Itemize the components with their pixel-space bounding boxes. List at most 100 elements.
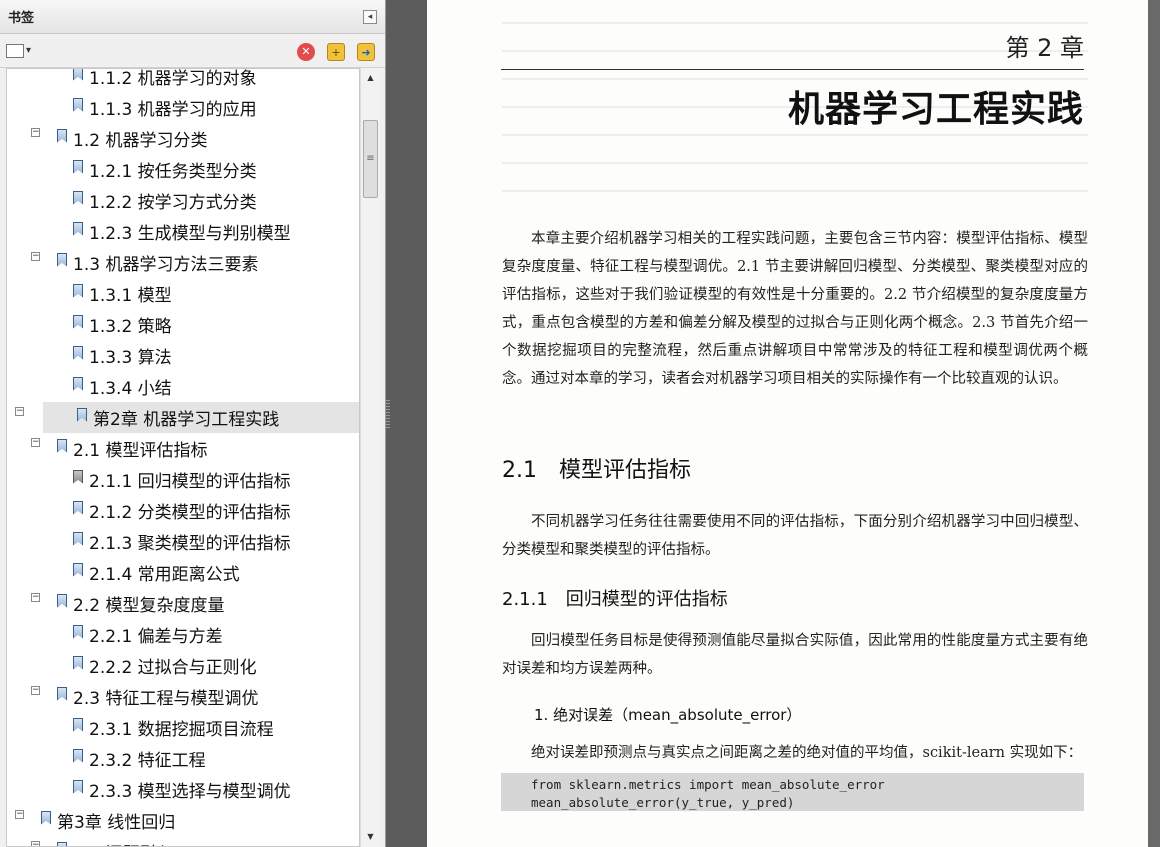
bookmark-label: 2.3 特征工程与模型调优	[73, 689, 259, 709]
collapse-toggle-icon[interactable]: −	[31, 593, 40, 602]
bookmark-icon	[57, 686, 67, 701]
chapter-rule	[501, 69, 1084, 70]
bookmark-icon	[77, 407, 87, 422]
bookmark-icon	[73, 97, 83, 112]
bookmark-item[interactable]: 1.3.3 算法	[7, 340, 359, 371]
scroll-up-icon[interactable]: ▲	[361, 70, 380, 86]
collapse-panel-button[interactable]: ◂	[363, 10, 377, 24]
subsection-heading: 2.1.1 回归模型的评估指标	[502, 589, 728, 610]
page-edge	[1148, 0, 1160, 847]
scroll-thumb[interactable]: ≡	[363, 120, 378, 198]
bookmark-label: 2.1.3 聚类模型的评估指标	[89, 534, 291, 554]
bookmark-item[interactable]: 2.3.2 特征工程	[7, 743, 359, 774]
collapse-toggle-icon[interactable]: −	[31, 438, 40, 447]
chapter-number: 第 2 章	[1005, 34, 1084, 62]
collapse-toggle-icon[interactable]: −	[15, 810, 24, 819]
bookmark-label: 2.1.4 常用距离公式	[89, 565, 240, 585]
bookmarks-toolbar: ▾ ✕ + ➜	[0, 34, 385, 68]
chapter-intro: 本章主要介绍机器学习相关的工程实践问题，主要包含三节内容：模型评估指标、模型复杂…	[502, 231, 1088, 387]
bookmark-icon	[73, 283, 83, 298]
bookmark-icon	[73, 717, 83, 732]
bookmark-label: 2.1.1 回归模型的评估指标	[89, 472, 291, 492]
panel-splitter[interactable]	[386, 0, 426, 847]
bookmark-icon	[41, 810, 51, 825]
item-heading: 1. 绝对误差（mean_absolute_error）	[534, 706, 802, 724]
bookmarks-panel: 书签 ◂ ▾ ✕ + ➜ 1.1.2 机器学习的对象 1.1.3 机器学习的应用 −…	[0, 0, 386, 847]
bookmark-item[interactable]: 1.2.2 按学习方式分类	[7, 185, 359, 216]
bookmark-item[interactable]: 1.2.3 生成模型与判别模型	[7, 216, 359, 247]
bookmark-label: 1.3.1 模型	[89, 286, 172, 306]
bookmark-icon	[73, 624, 83, 639]
bookmark-label: 1.3.3 算法	[89, 348, 172, 368]
bookmark-item[interactable]: 2.1.1 回归模型的评估指标	[7, 464, 359, 495]
bookmark-icon	[57, 252, 67, 267]
bookmark-tree: 1.1.2 机器学习的对象 1.1.3 机器学习的应用 − 1.2 机器学习分类 1.2…	[6, 68, 360, 847]
code-line: mean_absolute_error(y_true, y_pred)	[531, 795, 795, 810]
bookmark-item[interactable]: 2.1.2 分类模型的评估指标	[7, 495, 359, 526]
bookmark-item[interactable]: 2.2.1 偏差与方差	[7, 619, 359, 650]
bookmark-item[interactable]: 1.3.2 策略	[7, 309, 359, 340]
bookmark-label: 3.1 问题引入	[73, 839, 173, 846]
bookmark-item[interactable]: 1.1.3 机器学习的应用	[7, 92, 359, 123]
bookmark-label: 1.2.3 生成模型与判别模型	[89, 224, 291, 244]
bookmark-item[interactable]: 1.2.1 按任务类型分类	[7, 154, 359, 185]
code-block: from sklearn.metrics import mean_absolut…	[501, 773, 1084, 811]
bookmark-icon	[73, 500, 83, 515]
bookmark-label: 1.3 机器学习方法三要素	[73, 255, 259, 275]
bookmark-label: 2.1.2 分类模型的评估指标	[89, 503, 291, 523]
bookmark-item[interactable]: − 2.2 模型复杂度度量	[7, 588, 359, 619]
bookmark-icon	[73, 562, 83, 577]
bookmark-icon	[73, 469, 83, 484]
bookmark-label: 第2章 机器学习工程实践	[93, 410, 280, 430]
bookmark-item[interactable]: 1.1.2 机器学习的对象	[7, 69, 359, 92]
bookmark-item[interactable]: 2.1.3 聚类模型的评估指标	[7, 526, 359, 557]
chapter-title: 机器学习工程实践	[787, 88, 1084, 130]
bookmark-icon	[73, 221, 83, 236]
bookmark-label: 1.2 机器学习分类	[73, 131, 208, 151]
collapse-toggle-icon[interactable]: −	[31, 252, 40, 261]
expand-bookmark-icon[interactable]: ➜	[357, 43, 375, 61]
bookmark-label: 1.2.2 按学习方式分类	[89, 193, 257, 213]
bookmark-item[interactable]: − 2.3 特征工程与模型调优	[7, 681, 359, 712]
bookmark-item[interactable]: 2.2.2 过拟合与正则化	[7, 650, 359, 681]
splitter-grip[interactable]	[386, 400, 390, 430]
bookmark-label: 1.1.2 机器学习的对象	[89, 69, 257, 89]
options-menu-button[interactable]: ▾	[6, 43, 31, 58]
bookmark-label: 2.3.3 模型选择与模型调优	[89, 782, 291, 802]
code-line: from sklearn.metrics import mean_absolut…	[531, 777, 885, 792]
panel-header: 书签 ◂	[0, 0, 385, 34]
collapse-toggle-icon[interactable]: −	[31, 841, 40, 846]
list-options-icon	[6, 43, 24, 58]
bookmark-label: 2.2 模型复杂度度量	[73, 596, 225, 616]
scroll-down-icon[interactable]: ▼	[361, 829, 380, 845]
bookmark-icon	[73, 190, 83, 205]
section-paragraph: 不同机器学习任务往往需要使用不同的评估指标，下面分别介绍机器学习中回归模型、分类…	[502, 514, 1088, 558]
bookmark-scrollbar[interactable]: ▲ ≡ ▼	[360, 68, 380, 847]
document-page: 第 2 章 机器学习工程实践 本章主要介绍机器学习相关的工程实践问题，主要包含三…	[427, 0, 1148, 847]
new-bookmark-icon[interactable]: +	[327, 43, 345, 61]
bookmark-item[interactable]: − 1.3 机器学习方法三要素	[7, 247, 359, 278]
collapse-toggle-icon[interactable]: −	[31, 128, 40, 137]
bookmark-icon	[73, 748, 83, 763]
bookmark-item[interactable]: − 第3章 线性回归	[7, 805, 359, 836]
bookmark-item[interactable]: 1.3.1 模型	[7, 278, 359, 309]
bookmark-label: 2.1 模型评估指标	[73, 441, 208, 461]
bookmark-item[interactable]: 2.3.1 数据挖掘项目流程	[7, 712, 359, 743]
collapse-toggle-icon[interactable]: −	[31, 686, 40, 695]
bookmark-item[interactable]: 2.3.3 模型选择与模型调优	[7, 774, 359, 805]
bookmark-item[interactable]: − 第2章 机器学习工程实践	[15, 402, 359, 433]
bookmark-icon	[73, 376, 83, 391]
bookmark-item[interactable]: − 1.2 机器学习分类	[7, 123, 359, 154]
bookmark-icon	[73, 655, 83, 670]
delete-bookmark-icon[interactable]: ✕	[297, 43, 315, 61]
bookmark-item[interactable]: − 2.1 模型评估指标	[7, 433, 359, 464]
subsection-paragraph: 回归模型任务目标是使得预测值能尽量拟合实际值，因此常用的性能度量方式主要有绝对误…	[502, 633, 1088, 677]
collapse-toggle-icon[interactable]: −	[15, 407, 24, 416]
bookmark-item[interactable]: 1.3.4 小结	[7, 371, 359, 402]
bookmark-item[interactable]: − 3.1 问题引入	[7, 836, 359, 846]
section-heading: 2.1 模型评估指标	[502, 458, 691, 483]
bookmark-item[interactable]: 2.1.4 常用距离公式	[7, 557, 359, 588]
bookmark-label: 1.3.2 策略	[89, 317, 172, 337]
bookmark-icon	[57, 438, 67, 453]
bookmark-label: 2.3.1 数据挖掘项目流程	[89, 720, 274, 740]
